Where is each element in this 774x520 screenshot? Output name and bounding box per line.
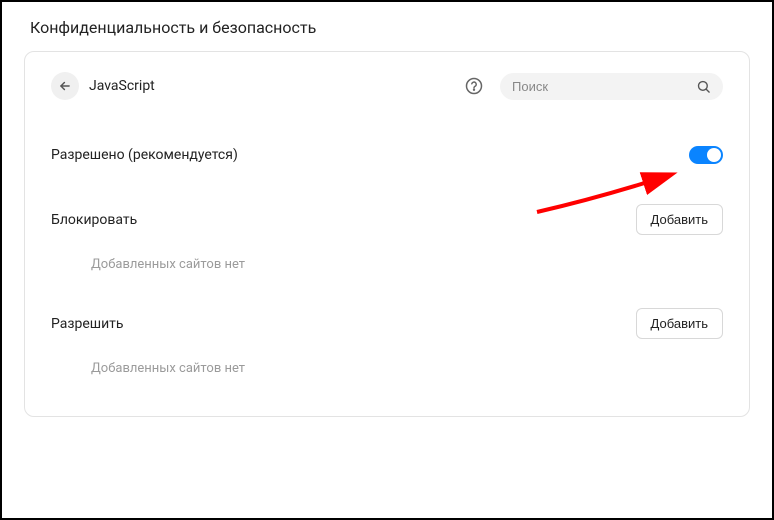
allow-section: Разрешить Добавить Добавленных сайтов не… (51, 308, 723, 376)
settings-card: JavaScript Разрешено (рекомендуется) Бло… (24, 51, 750, 417)
search-input[interactable] (512, 79, 688, 94)
allowed-label: Разрешено (рекомендуется) (51, 147, 238, 163)
page-heading: Конфиденциальность и безопасность (2, 2, 772, 51)
block-section-head: Блокировать Добавить (51, 204, 723, 235)
card-header: JavaScript (51, 72, 723, 100)
help-button[interactable] (464, 76, 484, 96)
toggle-knob (707, 148, 721, 162)
allow-section-title: Разрешить (51, 316, 124, 332)
block-section: Блокировать Добавить Добавленных сайтов … (51, 204, 723, 272)
arrow-left-icon (58, 79, 72, 93)
allow-empty-text: Добавленных сайтов нет (91, 361, 723, 376)
search-icon (696, 79, 711, 94)
javascript-toggle[interactable] (689, 146, 723, 164)
block-empty-text: Добавленных сайтов нет (91, 257, 723, 272)
block-section-title: Блокировать (51, 212, 137, 228)
back-button[interactable] (51, 72, 79, 100)
help-icon (465, 77, 483, 95)
block-add-button[interactable]: Добавить (636, 204, 723, 235)
card-title: JavaScript (89, 78, 454, 94)
allow-add-button[interactable]: Добавить (636, 308, 723, 339)
allow-section-head: Разрешить Добавить (51, 308, 723, 339)
search-box[interactable] (500, 73, 723, 100)
allowed-row: Разрешено (рекомендуется) (51, 142, 723, 168)
